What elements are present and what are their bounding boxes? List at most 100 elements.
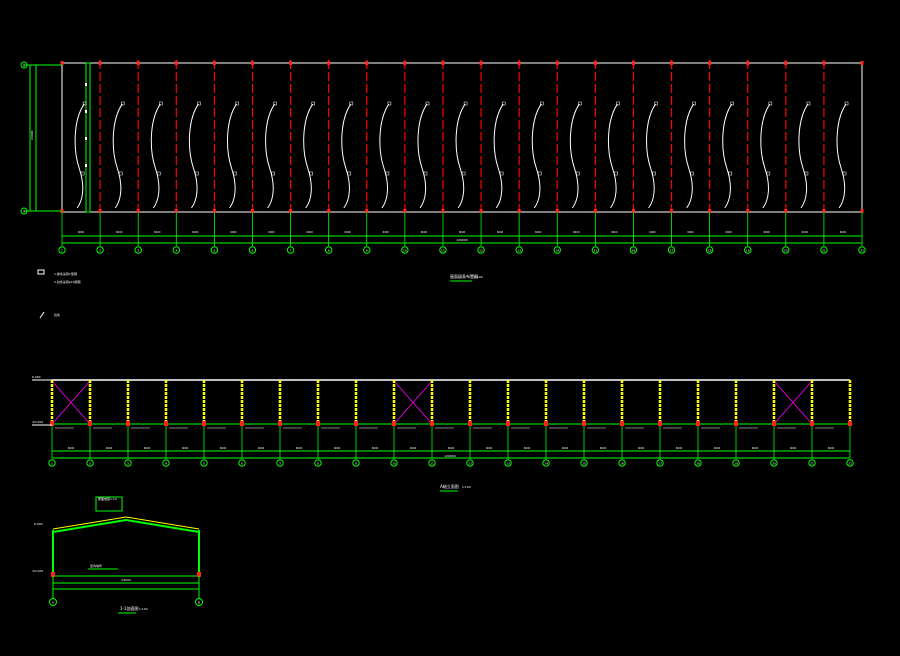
elevation-column-base — [164, 421, 168, 426]
plan-bay-dim-label: 6000 — [497, 230, 504, 234]
plan-bay-dim-label: 6000 — [116, 230, 123, 234]
section-grid-label-b: B — [198, 601, 200, 605]
elevation-bay-dim-label: 6000 — [106, 446, 113, 450]
plan-purlin-curve — [760, 103, 771, 209]
elevation-column-base — [506, 421, 510, 426]
plan-grid-label: 18 — [708, 249, 712, 253]
elevation-bay-dim-label: 6000 — [144, 446, 151, 450]
section-roof-top — [52, 516, 200, 530]
plan-column — [174, 61, 178, 65]
plan-grid-label: 6 — [252, 249, 254, 253]
elevation-bay-dim-label: 6000 — [638, 446, 645, 450]
plan-purlin-curve — [227, 103, 237, 209]
plan-column — [98, 61, 102, 65]
plan-column — [555, 61, 559, 65]
plan-edge-mark — [85, 83, 87, 86]
section-base-level: ±0.000 — [32, 569, 43, 573]
plan-bay-dim-label: 6000 — [230, 230, 237, 234]
plan-purlin-curve — [722, 103, 733, 209]
plan-column — [60, 61, 64, 65]
plan-bay-dim-label: 6000 — [802, 230, 809, 234]
elevation-bay-dim-label: 6000 — [714, 446, 721, 450]
plan-purlin-end — [309, 171, 313, 176]
plan-purlin-curve — [188, 103, 199, 209]
elevation-grid-label: 3 — [127, 462, 129, 466]
plan-purlin-end — [157, 171, 161, 176]
elevation-grid-label: 9 — [355, 462, 357, 466]
elevation-column-base — [430, 421, 434, 426]
section-floor-note: 室内地坪 — [90, 563, 102, 568]
plan-purlin-curve — [265, 103, 276, 209]
plan-grid-bubbles: 1 2 3 4 5 6 7 8 9 10 11 12 13 14 15 16 17 18 19 20 21 22 — [58, 246, 866, 254]
plan-grid-label: 8 — [328, 249, 330, 253]
elevation-grid-label: 5 — [203, 462, 205, 466]
section-top-level: 6.000 — [34, 522, 43, 526]
plan-column — [746, 61, 750, 65]
plan-grid-label: 5 — [213, 249, 215, 253]
elevation-bay-dim-label: 6000 — [562, 446, 569, 450]
elevation-grid-label: 15 — [582, 462, 586, 466]
plan-column — [136, 61, 140, 65]
elevation-bay-dim-label: 6000 — [182, 446, 189, 450]
plan-column — [860, 61, 864, 65]
plan-purlin-curve — [341, 103, 352, 209]
elevation-grid-bubbles: 1 2 3 4 5 6 7 8 9 10 11 12 13 14 15 16 17 18 19 20 21 22 — [48, 459, 854, 467]
plan-purlin-end — [614, 171, 618, 176]
elevation-bay-dim-label: 6000 — [600, 446, 607, 450]
plan-scale: 1:100 — [474, 275, 483, 279]
elevation-grid-label: 6 — [241, 462, 243, 466]
elevation-grid-label: 10 — [392, 462, 396, 466]
plan-purlin-curves — [74, 101, 849, 209]
elevation-grid-label: 12 — [468, 462, 472, 466]
elevation-bay-dim-label: 6000 — [334, 446, 341, 450]
plan-purlin-end — [804, 171, 809, 176]
elevation-grid-label: 20 — [772, 462, 776, 466]
note-symbol-text: 拉条 — [54, 312, 60, 317]
elevation-column-base — [696, 421, 700, 426]
plan-purlin-curve — [303, 103, 314, 209]
plan-purlin-end — [499, 171, 504, 176]
section-roof-outline — [52, 518, 200, 533]
plan-bay-dim-label: 6000 — [725, 230, 732, 234]
plan-height-dim-label: 24000 — [30, 130, 34, 140]
elevation-bay-dim-label: 6000 — [448, 446, 455, 450]
plan-bay-dim-label: 6000 — [421, 230, 428, 234]
plan-edge-mark — [85, 137, 87, 140]
section-title: 1-1剖面图 — [120, 605, 139, 611]
plan-purlin-end — [690, 171, 694, 176]
plan-column — [708, 61, 712, 65]
plan-column — [403, 61, 407, 65]
plan-axis-lines — [60, 60, 864, 214]
elevation-column-base — [316, 421, 320, 426]
section-scale: 1:100 — [139, 607, 148, 611]
section-ridge-note: 屋面坡度1:10 — [98, 496, 117, 501]
elevation-title: A轴立面图 — [440, 483, 459, 489]
plan-column — [822, 61, 826, 65]
plan-edge-mark — [85, 164, 87, 167]
plan-purlin-end — [728, 171, 733, 176]
elevation-grid-label: 7 — [279, 462, 281, 466]
plan-grid-label: 7 — [290, 249, 292, 253]
elevation-bay-dim-label: 6000 — [524, 446, 531, 450]
plan-grid-label: 9 — [366, 249, 368, 253]
section-span-label: 24000 — [121, 578, 131, 582]
elevation-grid-label: 4 — [165, 462, 167, 466]
plan-grid-label: 14 — [555, 249, 559, 253]
plan-column — [479, 61, 483, 65]
plan-purlin-curve — [607, 103, 618, 209]
plan-purlin-end — [80, 171, 85, 176]
elevation-base-level: ±0.000 — [32, 420, 43, 424]
plan-column — [250, 61, 254, 65]
plan-column — [784, 61, 788, 65]
elevation-grid-label: 2 — [89, 462, 91, 466]
plan-bay-dim-label: 6000 — [459, 230, 466, 234]
plan-column — [365, 61, 369, 65]
plan-column — [631, 61, 635, 65]
elevation-column-base — [278, 421, 282, 426]
roof-plan: 6000 6000 6000 6000 6000 6000 6000 6000 6000 6000… — [20, 60, 866, 282]
plan-bay-dim-label: 6000 — [687, 230, 694, 234]
plan-purlin-curve — [646, 103, 656, 209]
plan-grid-label: 15 — [593, 249, 597, 253]
plan-purlin-curve — [74, 103, 85, 209]
plan-grid-label: 10 — [403, 249, 407, 253]
